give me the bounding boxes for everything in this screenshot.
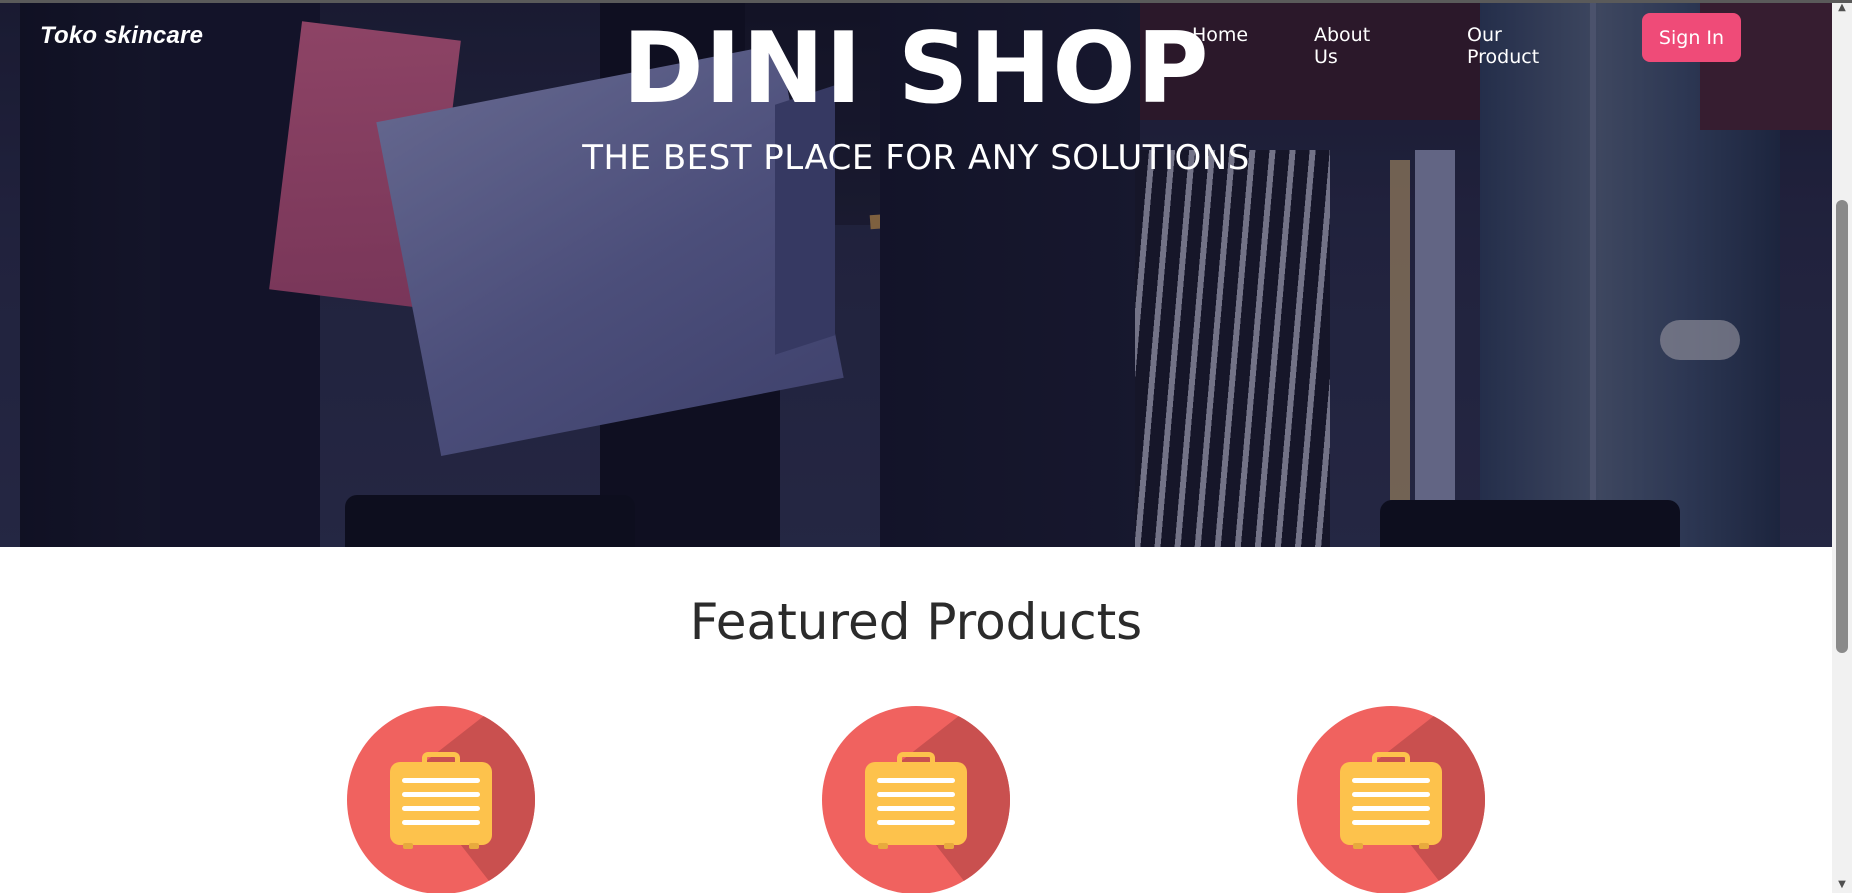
briefcase-icon-line xyxy=(1352,778,1430,783)
scroll-down-icon[interactable]: ▼ xyxy=(1832,877,1852,893)
briefcase-icon-foot xyxy=(1419,843,1429,849)
briefcase-icon-line xyxy=(1352,806,1430,811)
briefcase-icon-line xyxy=(877,792,955,797)
hero-title: DINI SHOP xyxy=(622,12,1210,126)
window-top-border xyxy=(0,0,1852,3)
briefcase-icon-line xyxy=(877,806,955,811)
product-card[interactable] xyxy=(347,706,535,893)
briefcase-icon-foot xyxy=(469,843,479,849)
product-card[interactable] xyxy=(1297,706,1485,893)
product-card[interactable] xyxy=(822,706,1010,893)
briefcase-icon-line xyxy=(402,806,480,811)
briefcase-icon-line xyxy=(1352,792,1430,797)
briefcase-icon-foot xyxy=(944,843,954,849)
briefcase-icon-foot xyxy=(1353,843,1363,849)
briefcase-icon xyxy=(390,762,492,845)
vertical-scrollbar[interactable]: ▲ ▼ xyxy=(1832,0,1852,893)
scrollbar-thumb[interactable] xyxy=(1836,200,1848,653)
hero-subtitle: THE BEST PLACE FOR ANY SOLUTIONS xyxy=(582,138,1250,178)
briefcase-icon-foot xyxy=(878,843,888,849)
briefcase-icon-line xyxy=(1352,820,1430,825)
briefcase-icon-line xyxy=(402,778,480,783)
briefcase-icon-line xyxy=(877,820,955,825)
briefcase-icon-line xyxy=(877,778,955,783)
briefcase-icon-foot xyxy=(403,843,413,849)
briefcase-icon-line xyxy=(402,792,480,797)
page: Toko skincare Home About Us Our Product … xyxy=(0,0,1832,893)
briefcase-icon-line xyxy=(402,820,480,825)
briefcase-icon xyxy=(865,762,967,845)
featured-products-title: Featured Products xyxy=(689,593,1143,651)
briefcase-icon xyxy=(1340,762,1442,845)
